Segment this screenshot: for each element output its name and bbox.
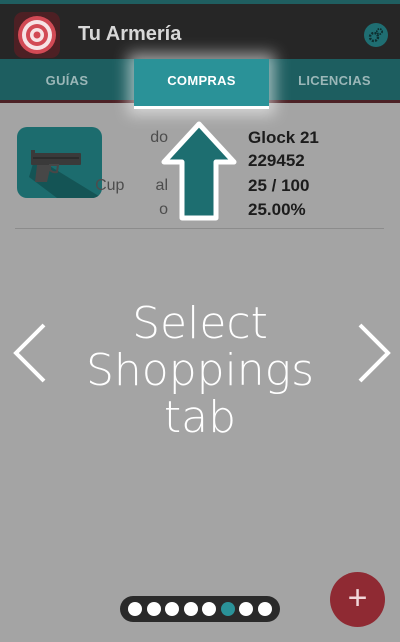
tab-licencias[interactable]: LICENCIAS <box>269 59 400 103</box>
page-dot[interactable] <box>128 602 142 616</box>
app-bar: Tu Armería <box>0 0 400 59</box>
chevron-right-icon[interactable] <box>356 322 392 384</box>
field-value-quota: 25 / 100 <box>248 176 310 195</box>
settings-gear-icon[interactable] <box>364 23 388 47</box>
field-value-serial: 229452 <box>248 151 305 170</box>
tab-compras[interactable]: COMPRAS <box>134 59 269 109</box>
page-dot[interactable] <box>183 602 198 616</box>
field-value-model: Glock 21 <box>248 128 319 147</box>
page-dot[interactable] <box>146 602 161 616</box>
chevron-left-icon[interactable] <box>12 322 48 384</box>
page-dot[interactable] <box>239 602 253 616</box>
card-divider <box>15 228 384 229</box>
arrow-up-icon <box>161 121 237 221</box>
field-value-percent: 25.00% <box>248 200 306 219</box>
tutorial-line: Select <box>132 298 268 349</box>
target-logo-icon <box>14 12 60 58</box>
pistol-icon <box>17 127 102 198</box>
field-label-quota: Cup al <box>95 177 168 194</box>
page-dot[interactable] <box>165 602 179 616</box>
tutorial-line: tab <box>163 392 237 443</box>
tab-bar: GUÍAS COMPRAS LICENCIAS <box>0 59 400 109</box>
tutorial-instruction: Select Shoppings tab <box>60 300 340 441</box>
add-button[interactable]: + <box>330 572 385 627</box>
tutorial-line: Shoppings <box>85 345 315 396</box>
page-indicator <box>120 596 280 622</box>
app-title: Tu Armería <box>78 23 182 45</box>
page-dot[interactable] <box>220 602 235 616</box>
page-dot[interactable] <box>257 602 272 616</box>
page-dot[interactable] <box>202 602 216 616</box>
tab-guias[interactable]: GUÍAS <box>0 59 134 103</box>
